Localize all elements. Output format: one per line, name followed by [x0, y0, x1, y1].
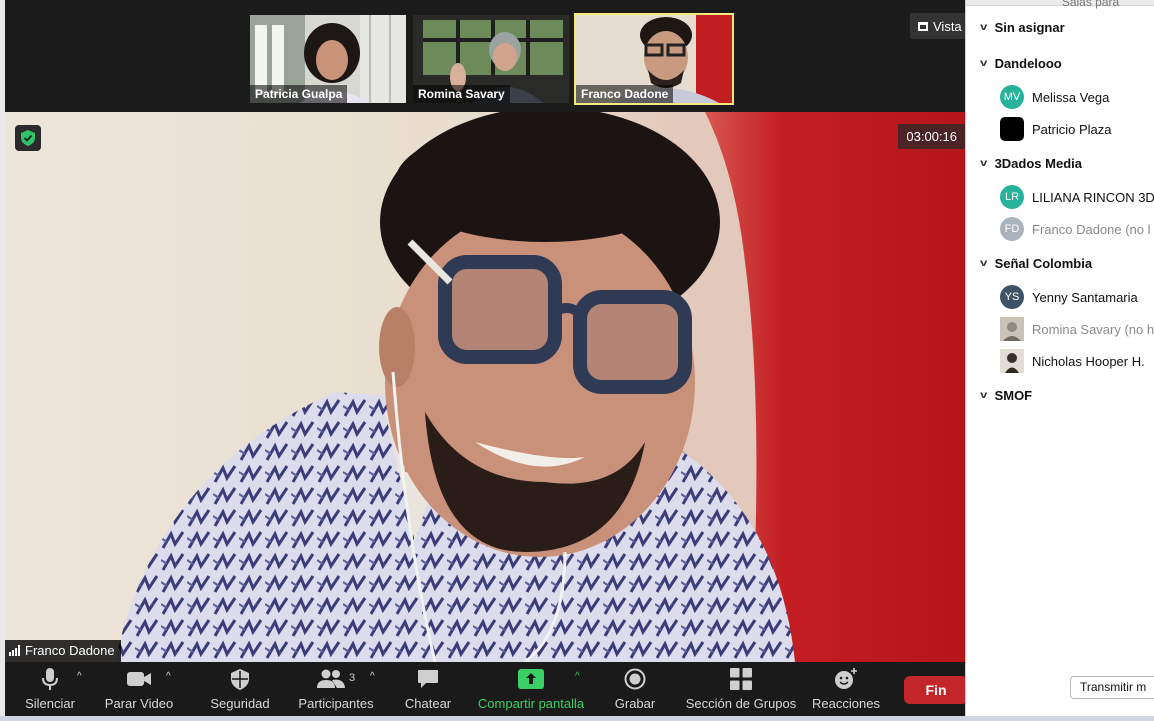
chevron-down-icon: v	[980, 390, 988, 401]
share-screen-icon	[518, 662, 544, 696]
meeting-toolbar: Silenciar ^ Parar Video ^ Seguridad 3 Pa…	[5, 662, 968, 721]
zoom-meeting-window: Patricia Gualpa Romina Savary Franco Dad…	[5, 0, 970, 721]
security-shield-icon[interactable]	[15, 125, 41, 151]
stop-video-label: Parar Video	[104, 696, 174, 711]
chevron-down-icon: v	[980, 22, 988, 33]
end-meeting-button[interactable]: Fin	[904, 676, 968, 704]
breakout-rooms-label: Sección de Grupos	[685, 696, 797, 711]
room-name: Señal Colombia	[994, 256, 1093, 271]
thumbnail-name: Patricia Gualpa	[250, 85, 348, 103]
panel-title: Salas para	[1061, 0, 1120, 9]
avatar	[1000, 317, 1024, 341]
thumbnail-patricia[interactable]: Patricia Gualpa	[248, 13, 408, 105]
reactions-label: Reacciones	[812, 696, 880, 711]
chevron-down-icon: v	[980, 158, 988, 169]
room-unassigned[interactable]: v Sin asignar	[980, 20, 1065, 35]
participants-count: 3	[348, 672, 356, 684]
member-liliana-rincon[interactable]: LR LILIANA RINCON 3D	[1000, 185, 1154, 209]
chevron-down-icon: v	[980, 58, 988, 69]
member-name: Patricio Plaza	[1032, 121, 1112, 137]
room-name: SMOF	[994, 388, 1033, 403]
chat-button[interactable]: Chatear	[397, 662, 459, 721]
meeting-timer: 03:00:16	[898, 124, 965, 149]
speaker-name-tag: Franco Dadone	[5, 640, 121, 662]
room-dandelooo[interactable]: v Dandelooo	[980, 56, 1062, 71]
mute-label: Silenciar	[25, 696, 75, 711]
member-name: Franco Dadone (no l	[1032, 221, 1151, 237]
breakout-rooms-panel: Salas para v Sin asignar v Dandelooo MV …	[965, 0, 1154, 716]
record-button[interactable]: Grabar	[609, 662, 661, 721]
room-3dados-media[interactable]: v 3Dados Media	[980, 156, 1082, 171]
participants-options-caret[interactable]: ^	[370, 671, 375, 682]
room-name: Sin asignar	[994, 20, 1065, 35]
participants-label: Participantes	[298, 696, 374, 711]
room-smof[interactable]: v SMOF	[980, 388, 1033, 403]
broadcast-message-button[interactable]: Transmitir m	[1070, 676, 1154, 699]
member-nicholas-hooper[interactable]: Nicholas Hooper H.	[1000, 349, 1154, 373]
emoji-plus-icon	[834, 662, 858, 696]
thumbnail-franco-active[interactable]: Franco Dadone	[574, 13, 734, 105]
record-label: Grabar	[614, 696, 656, 711]
mute-options-caret[interactable]: ^	[77, 671, 82, 682]
participant-thumbnail-strip: Patricia Gualpa Romina Savary Franco Dad…	[5, 0, 970, 112]
member-name: Melissa Vega	[1032, 89, 1110, 105]
thumbnail-name: Romina Savary	[413, 85, 510, 103]
chat-label: Chatear	[404, 696, 452, 711]
avatar: LR	[1000, 185, 1024, 209]
security-label: Seguridad	[210, 696, 270, 711]
avatar	[1000, 349, 1024, 373]
shield-icon	[231, 662, 249, 696]
active-speaker-video: 03:00:16 Franco Dadone	[5, 112, 965, 662]
microphone-icon	[40, 662, 60, 696]
member-melissa-vega[interactable]: MV Melissa Vega	[1000, 85, 1154, 109]
member-patricio-plaza[interactable]: Patricio Plaza	[1000, 117, 1154, 141]
member-franco-dadone[interactable]: FD Franco Dadone (no l	[1000, 217, 1154, 241]
member-yenny-santamaria[interactable]: YS Yenny Santamaria	[1000, 285, 1154, 309]
desktop: Patricia Gualpa Romina Savary Franco Dad…	[0, 0, 1154, 721]
view-button[interactable]: Vista	[910, 13, 970, 39]
avatar: MV	[1000, 85, 1024, 109]
desktop-bottom-strip	[0, 716, 1154, 721]
reactions-button[interactable]: Reacciones	[811, 662, 881, 721]
member-name: Romina Savary (no h	[1032, 321, 1154, 337]
breakout-rooms-button[interactable]: Sección de Grupos	[681, 662, 801, 721]
share-screen-button[interactable]: Compartir pantalla	[475, 662, 587, 721]
view-button-label: Vista	[933, 18, 962, 34]
panel-title-bar: Salas para	[966, 0, 1154, 9]
thumbnail-romina[interactable]: Romina Savary	[411, 13, 571, 105]
record-icon	[624, 662, 646, 696]
thumbnail-name: Franco Dadone	[576, 85, 674, 103]
room-senal-colombia[interactable]: v Señal Colombia	[980, 256, 1093, 271]
avatar: FD	[1000, 217, 1024, 241]
avatar	[1000, 117, 1024, 141]
member-name: Yenny Santamaria	[1032, 289, 1138, 305]
chat-bubble-icon	[417, 662, 439, 696]
room-name: 3Dados Media	[994, 156, 1082, 171]
video-camera-icon	[126, 662, 152, 696]
speaker-name: Franco Dadone	[25, 643, 115, 658]
security-button[interactable]: Seguridad	[205, 662, 275, 721]
video-options-caret[interactable]: ^	[166, 671, 171, 682]
participants-button[interactable]: 3 Participantes	[293, 662, 379, 721]
avatar: YS	[1000, 285, 1024, 309]
share-options-caret[interactable]: ^	[575, 671, 580, 682]
signal-bars-icon	[9, 645, 20, 656]
room-name: Dandelooo	[994, 56, 1062, 71]
grid-icon	[918, 21, 928, 31]
member-name: Nicholas Hooper H.	[1032, 353, 1145, 369]
mute-button[interactable]: Silenciar	[19, 662, 81, 721]
chevron-down-icon: v	[980, 258, 988, 269]
share-screen-label: Compartir pantalla	[477, 696, 585, 711]
people-icon: 3	[316, 662, 356, 696]
speaker-video-frame	[5, 112, 965, 662]
member-name: LILIANA RINCON 3D	[1032, 189, 1154, 205]
member-romina-savary[interactable]: Romina Savary (no h	[1000, 317, 1154, 341]
grid-four-icon	[730, 662, 752, 696]
